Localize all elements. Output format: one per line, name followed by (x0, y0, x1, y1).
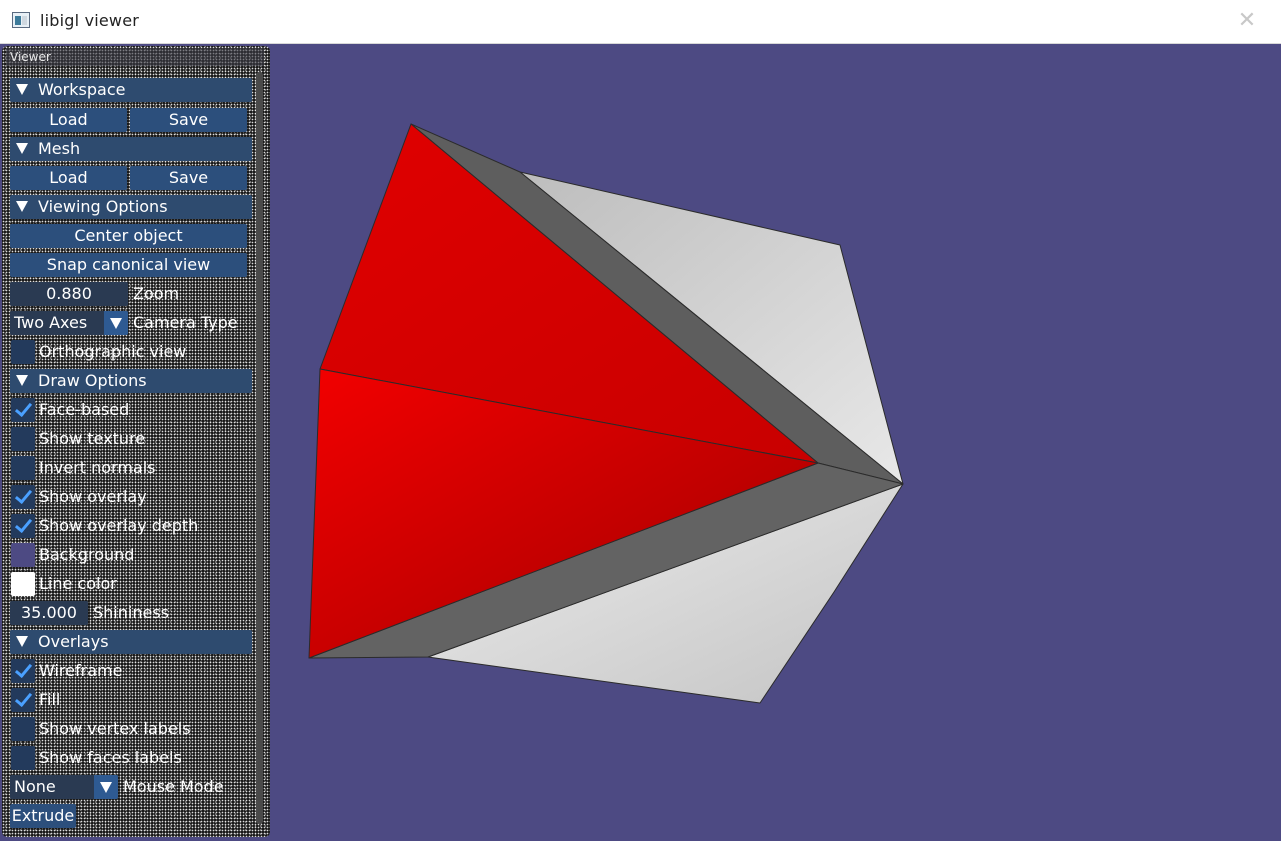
wireframe-label: Wireframe (39, 661, 123, 680)
viewing-options-header-label: Viewing Options (38, 197, 168, 216)
extrude-button[interactable]: Extrude (10, 804, 76, 828)
invert-normals-checkbox[interactable] (11, 456, 35, 480)
background-label: Background (39, 545, 135, 564)
orthographic-view-checkbox[interactable] (11, 340, 35, 364)
mesh-header-label: Mesh (38, 139, 81, 158)
collapse-triangle-icon (16, 143, 28, 154)
face-based-checkbox[interactable] (11, 398, 35, 422)
show-texture-checkbox[interactable] (11, 427, 35, 451)
collapse-triangle-icon (16, 636, 28, 647)
line-color-label: Line color (39, 574, 117, 593)
mouse-mode-value: None (14, 777, 56, 796)
camera-type-label: Camera Type (133, 313, 238, 332)
invert-normals-label: Invert normals (39, 458, 156, 477)
fill-label: Fill (39, 690, 61, 709)
viewing-options-header[interactable]: Viewing Options (10, 195, 252, 219)
show-overlay-checkbox[interactable] (11, 485, 35, 509)
show-overlay-label: Show overlay (39, 487, 147, 506)
workspace-header-label: Workspace (38, 80, 126, 99)
collapse-triangle-icon (16, 84, 28, 95)
close-icon[interactable]: ✕ (1234, 8, 1260, 34)
window-titlebar: libigl viewer ✕ (0, 0, 1281, 44)
overlays-header-label: Overlays (38, 632, 109, 651)
window-title: libigl viewer (40, 11, 140, 30)
show-vertex-labels-label: Show vertex labels (39, 719, 191, 738)
show-faces-labels-label: Show faces labels (39, 748, 182, 767)
zoom-label: Zoom (133, 284, 180, 303)
show-overlay-depth-label: Show overlay depth (39, 516, 199, 535)
zoom-input[interactable]: 0.880 (10, 282, 128, 306)
draw-options-header-label: Draw Options (38, 371, 147, 390)
mouse-mode-dropdown[interactable]: None (10, 775, 118, 799)
collapse-triangle-icon (16, 375, 28, 386)
mesh-header[interactable]: Mesh (10, 137, 252, 161)
shininess-input[interactable]: 35.000 (10, 601, 88, 625)
workspace-save-button[interactable]: Save (130, 108, 247, 132)
show-overlay-depth-checkbox[interactable] (11, 514, 35, 538)
wireframe-checkbox[interactable] (11, 659, 35, 683)
fill-checkbox[interactable] (11, 688, 35, 712)
orthographic-view-label: Orthographic view (39, 342, 187, 361)
show-faces-labels-checkbox[interactable] (11, 746, 35, 770)
camera-type-dropdown[interactable]: Two Axes (10, 311, 128, 335)
viewer-menu-panel: Viewer Workspace Load Save Mesh Load Sav… (2, 46, 270, 837)
camera-type-value: Two Axes (14, 313, 88, 332)
background-color-swatch[interactable] (11, 543, 35, 567)
mesh-load-button[interactable]: Load (10, 166, 127, 190)
overlays-header[interactable]: Overlays (10, 630, 252, 654)
collapse-triangle-icon (16, 201, 28, 212)
show-texture-label: Show texture (39, 429, 146, 448)
draw-options-header[interactable]: Draw Options (10, 369, 252, 393)
panel-title[interactable]: Viewer (6, 48, 264, 66)
workspace-load-button[interactable]: Load (10, 108, 127, 132)
face-based-label: Face-based (39, 400, 130, 419)
chevron-down-icon (104, 311, 128, 335)
mesh-save-button[interactable]: Save (130, 166, 247, 190)
app-icon (12, 12, 30, 28)
workspace-header[interactable]: Workspace (10, 78, 252, 102)
snap-canonical-view-button[interactable]: Snap canonical view (10, 253, 247, 277)
panel-scrollbar[interactable] (256, 72, 263, 824)
show-vertex-labels-checkbox[interactable] (11, 717, 35, 741)
mouse-mode-label: Mouse Mode (123, 777, 224, 796)
shininess-label: Shininess (93, 603, 169, 622)
chevron-down-icon (94, 775, 118, 799)
center-object-button[interactable]: Center object (10, 224, 247, 248)
line-color-swatch[interactable] (11, 572, 35, 596)
